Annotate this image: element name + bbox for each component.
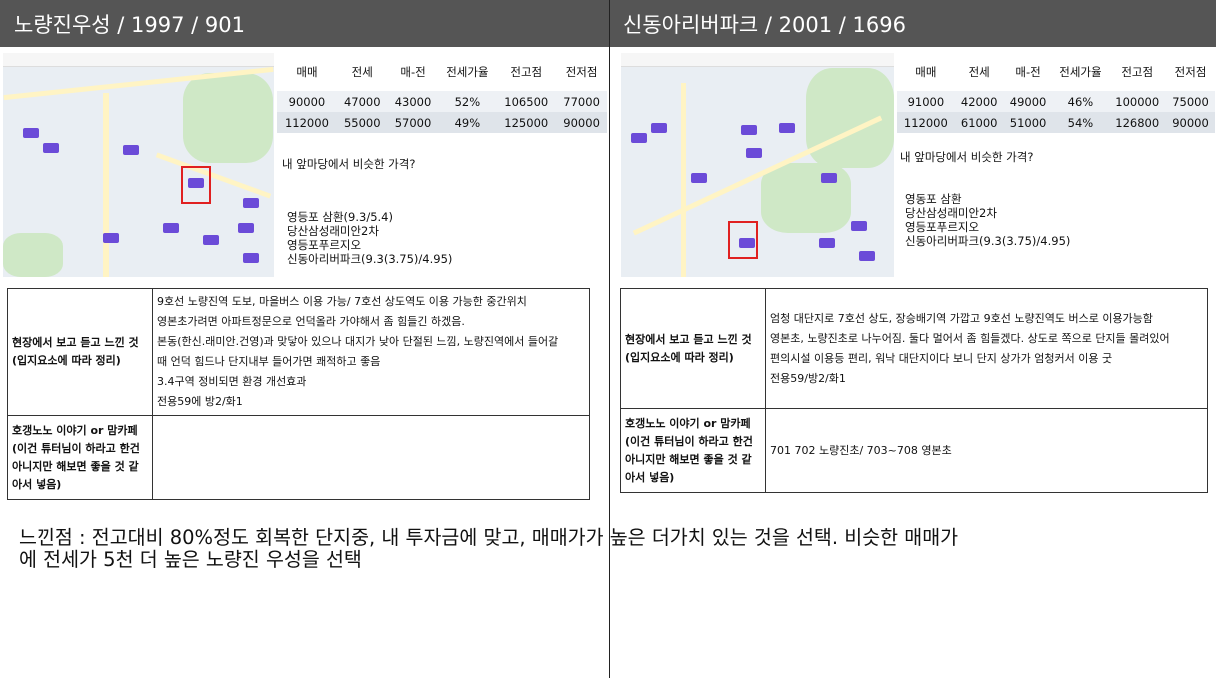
col-header: 매-전 <box>1015 65 1041 79</box>
table-row: 90000 47000 43000 52% 106500 77000 <box>277 91 607 112</box>
right-similar-list: 영동포 삼환 당산삼성래미안2차 영등포푸르지오 신동아리버파크(9.3(3.7… <box>905 192 1070 248</box>
col-header: 매-전 <box>400 65 426 79</box>
col-header: 전세 <box>351 65 373 79</box>
table-row: 112000 55000 57000 49% 125000 90000 <box>277 112 607 133</box>
col-header: 매매 <box>296 65 318 79</box>
talk-label: 호갱노노 이야기 or 맘카페 (이건 튜터님이 하라고 한건 아니지만 해보면… <box>620 408 766 493</box>
col-header: 전저점 <box>1174 65 1207 79</box>
list-item: 신동아리버파크(9.3(3.75)/4.95) <box>905 234 1071 248</box>
left-title-bar: 노량진우성 / 1997 / 901 <box>0 0 609 47</box>
col-header: 전고점 <box>510 65 543 79</box>
table-row: 112000 61000 51000 54% 126800 90000 <box>897 112 1215 133</box>
field-content: 9호선 노량진역 도보, 마을버스 이용 가능/ 7호선 상도역도 이용 가능한… <box>152 288 590 416</box>
col-header: 전세가율 <box>1059 65 1102 79</box>
right-info-table: 현장에서 보고 듣고 느낀 것 (입지요소에 따라 정리) 엄청 대단지로 7호… <box>620 288 1208 493</box>
left-title: 노량진우성 / 1997 / 901 <box>14 12 245 37</box>
conclusion-text: 느낀점 : 전고대비 80%정도 회복한 단지중, 내 투자금에 맞고, 매매가… <box>19 526 959 571</box>
left-map-highlight <box>181 166 211 204</box>
left-price-table: 매매 전세 매-전 전세가율 전고점 전저점 90000 47000 43000… <box>277 53 607 133</box>
left-info-table: 현장에서 보고 듣고 느낀 것 (입지요소에 따라 정리) 9호선 노량진역 도… <box>7 288 590 500</box>
field-label: 현장에서 보고 듣고 느낀 것 (입지요소에 따라 정리) <box>7 288 153 416</box>
col-header: 전고점 <box>1121 65 1154 79</box>
right-title: 신동아리버파크 / 2001 / 1696 <box>623 12 906 37</box>
col-header: 전세가율 <box>446 65 489 79</box>
col-header: 전세 <box>968 65 990 79</box>
field-label: 현장에서 보고 듣고 느낀 것 (입지요소에 따라 정리) <box>620 288 766 409</box>
list-item: 당산삼성래미안2차 <box>287 224 379 238</box>
talk-label: 호갱노노 이야기 or 맘카페 (이건 튜터님이 하라고 한건 아니지만 해보면… <box>7 415 153 500</box>
right-question: 내 앞마당에서 비슷한 가격? <box>900 150 1034 164</box>
right-title-bar: 신동아리버파크 / 2001 / 1696 <box>609 0 1216 47</box>
right-map-highlight <box>728 221 758 259</box>
list-item: 당산삼성래미안2차 <box>905 206 997 220</box>
talk-content <box>152 415 590 500</box>
center-divider <box>609 0 610 678</box>
list-item: 신동아리버파크(9.3(3.75)/4.95) <box>287 252 453 266</box>
list-item: 영등포 삼환(9.3/5.4) <box>287 210 393 224</box>
left-similar-list: 영등포 삼환(9.3/5.4) 당산삼성래미안2차 영등포푸르지오 신동아리버파… <box>287 210 452 266</box>
field-content: 엄청 대단지로 7호선 상도, 장승배기역 가깝고 9호선 노량진역도 버스로 … <box>765 288 1208 409</box>
left-map-image <box>3 53 274 277</box>
list-item: 영등포푸르지오 <box>905 220 980 234</box>
list-item: 영동포 삼환 <box>905 192 962 206</box>
talk-content: 701 702 노량진초/ 703~708 영본초 <box>765 408 1208 493</box>
col-header: 매매 <box>915 65 937 79</box>
list-item: 영등포푸르지오 <box>287 238 362 252</box>
left-question: 내 앞마당에서 비슷한 가격? <box>282 157 416 171</box>
right-price-table: 매매 전세 매-전 전세가율 전고점 전저점 91000 42000 49000… <box>897 53 1215 133</box>
table-row: 91000 42000 49000 46% 100000 75000 <box>897 91 1215 112</box>
right-map-image <box>621 53 894 277</box>
col-header: 전저점 <box>565 65 598 79</box>
